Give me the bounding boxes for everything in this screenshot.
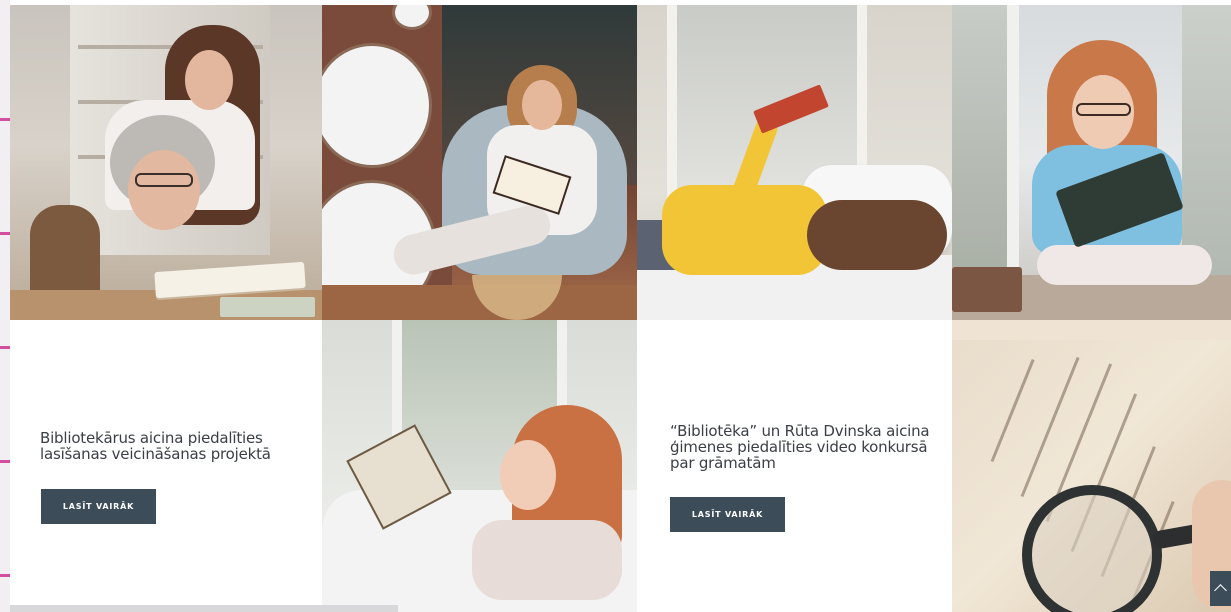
article-card-librarians-project: Bibliotekārus aicina piedalīties lasīšan… [10, 320, 322, 612]
magnifying-glass-on-book-photo[interactable] [952, 320, 1231, 612]
girl-reading-on-windowsill-photo[interactable] [952, 5, 1231, 320]
article-title-line: ģimenes piedalīties video konkursā [670, 438, 928, 456]
edge-marker [0, 460, 10, 463]
edge-marker [0, 232, 10, 235]
article-grid: Bibliotekārus aicina piedalīties lasīšan… [10, 0, 1231, 612]
chevron-up-icon [1214, 584, 1227, 597]
read-more-button[interactable]: LASĪT VAIRĀK [670, 497, 785, 532]
read-more-button-label: LASĪT VAIRĀK [62, 502, 135, 511]
girl-in-armchair-reading-photo[interactable] [322, 5, 637, 320]
article-title[interactable]: “Bibliotēka” un Rūta Dvinska aicina ģime… [670, 422, 930, 472]
article-title-line: “Bibliotēka” un Rūta Dvinska aicina [670, 422, 930, 440]
scroll-to-top-button[interactable] [1210, 571, 1231, 606]
grandmother-and-girl-reading-photo[interactable] [10, 5, 322, 320]
article-card-video-contest: “Bibliotēka” un Rūta Dvinska aicina ģime… [637, 320, 952, 612]
read-more-button[interactable]: LASĪT VAIRĀK [41, 489, 156, 524]
edge-marker [0, 118, 10, 121]
read-more-button-label: LASĪT VAIRĀK [691, 510, 764, 519]
article-title-line: par grāmatām [670, 454, 776, 472]
article-title-line: Bibliotekārus aicina piedalīties [40, 429, 263, 447]
left-edge-strip [0, 0, 10, 612]
article-title[interactable]: Bibliotekārus aicina piedalīties lasīšan… [40, 430, 271, 462]
girl-reading-on-bed-photo[interactable] [637, 5, 952, 320]
horizontal-scrollbar[interactable] [10, 605, 398, 612]
child-reading-in-bed-photo[interactable] [322, 320, 637, 612]
article-title-line: lasīšanas veicināšanas projektā [40, 445, 271, 463]
edge-marker [0, 346, 10, 349]
edge-marker [0, 574, 10, 577]
